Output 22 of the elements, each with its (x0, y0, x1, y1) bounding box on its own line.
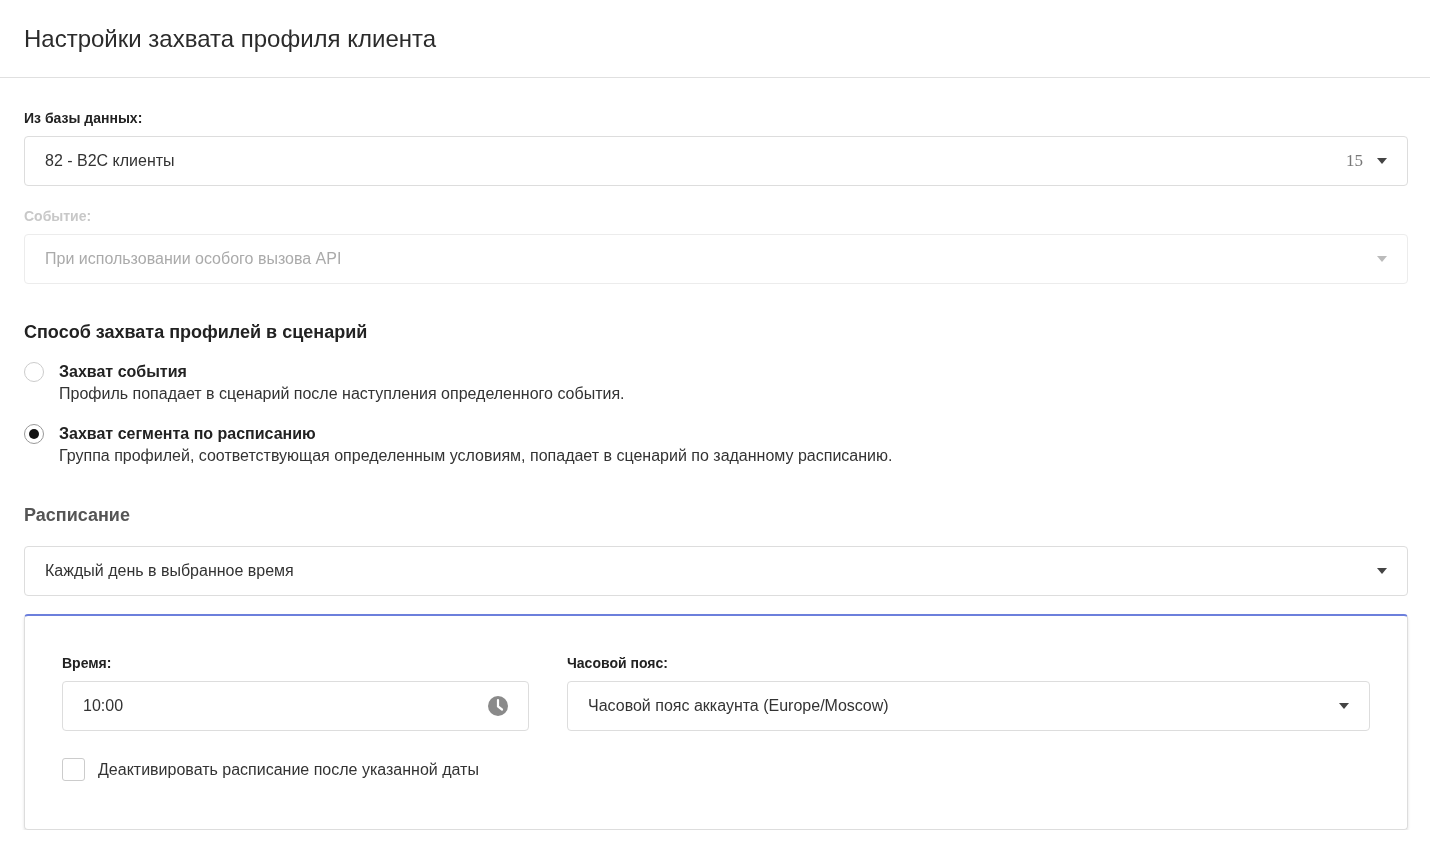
time-field[interactable]: 10:00 (62, 681, 529, 731)
page-title: Настройки захвата профиля клиента (24, 24, 437, 53)
option-title: Захват события (59, 363, 188, 381)
option-title: Захват сегмента по расписанию (59, 425, 317, 443)
checkbox-label: Деактивировать расписание после указанной даты (98, 760, 479, 779)
count-label: 15 (1346, 151, 1363, 171)
section-heading: Способ захвата профилей в сценарий (24, 322, 369, 343)
caret-icon (1377, 256, 1387, 262)
option-description: Профиль попадает в сценарий после наступления определенного события. (59, 385, 625, 403)
dropdown[interactable]: Каждый день в выбранное время (24, 546, 1408, 596)
dropdown[interactable]: Часовой пояс аккаунта (Europe/Moscow) (567, 681, 1370, 731)
field-label: Часовой пояс: (567, 655, 669, 671)
dropdown[interactable]: 82 - B2C клиенты 15 (24, 136, 1408, 186)
caret-icon (1377, 158, 1387, 164)
clock-icon (488, 696, 508, 716)
option-description: Группа профилей, соответствующая определенным условиям, попадает в сценарий по заданному расписанию. (59, 447, 893, 465)
checkbox[interactable] (62, 758, 85, 781)
caret-icon (1377, 568, 1387, 574)
caret-icon (1339, 703, 1349, 709)
field-label: Время: (62, 655, 113, 671)
section-heading: Расписание (24, 505, 131, 526)
field-label: Из базы данных: (24, 110, 144, 126)
